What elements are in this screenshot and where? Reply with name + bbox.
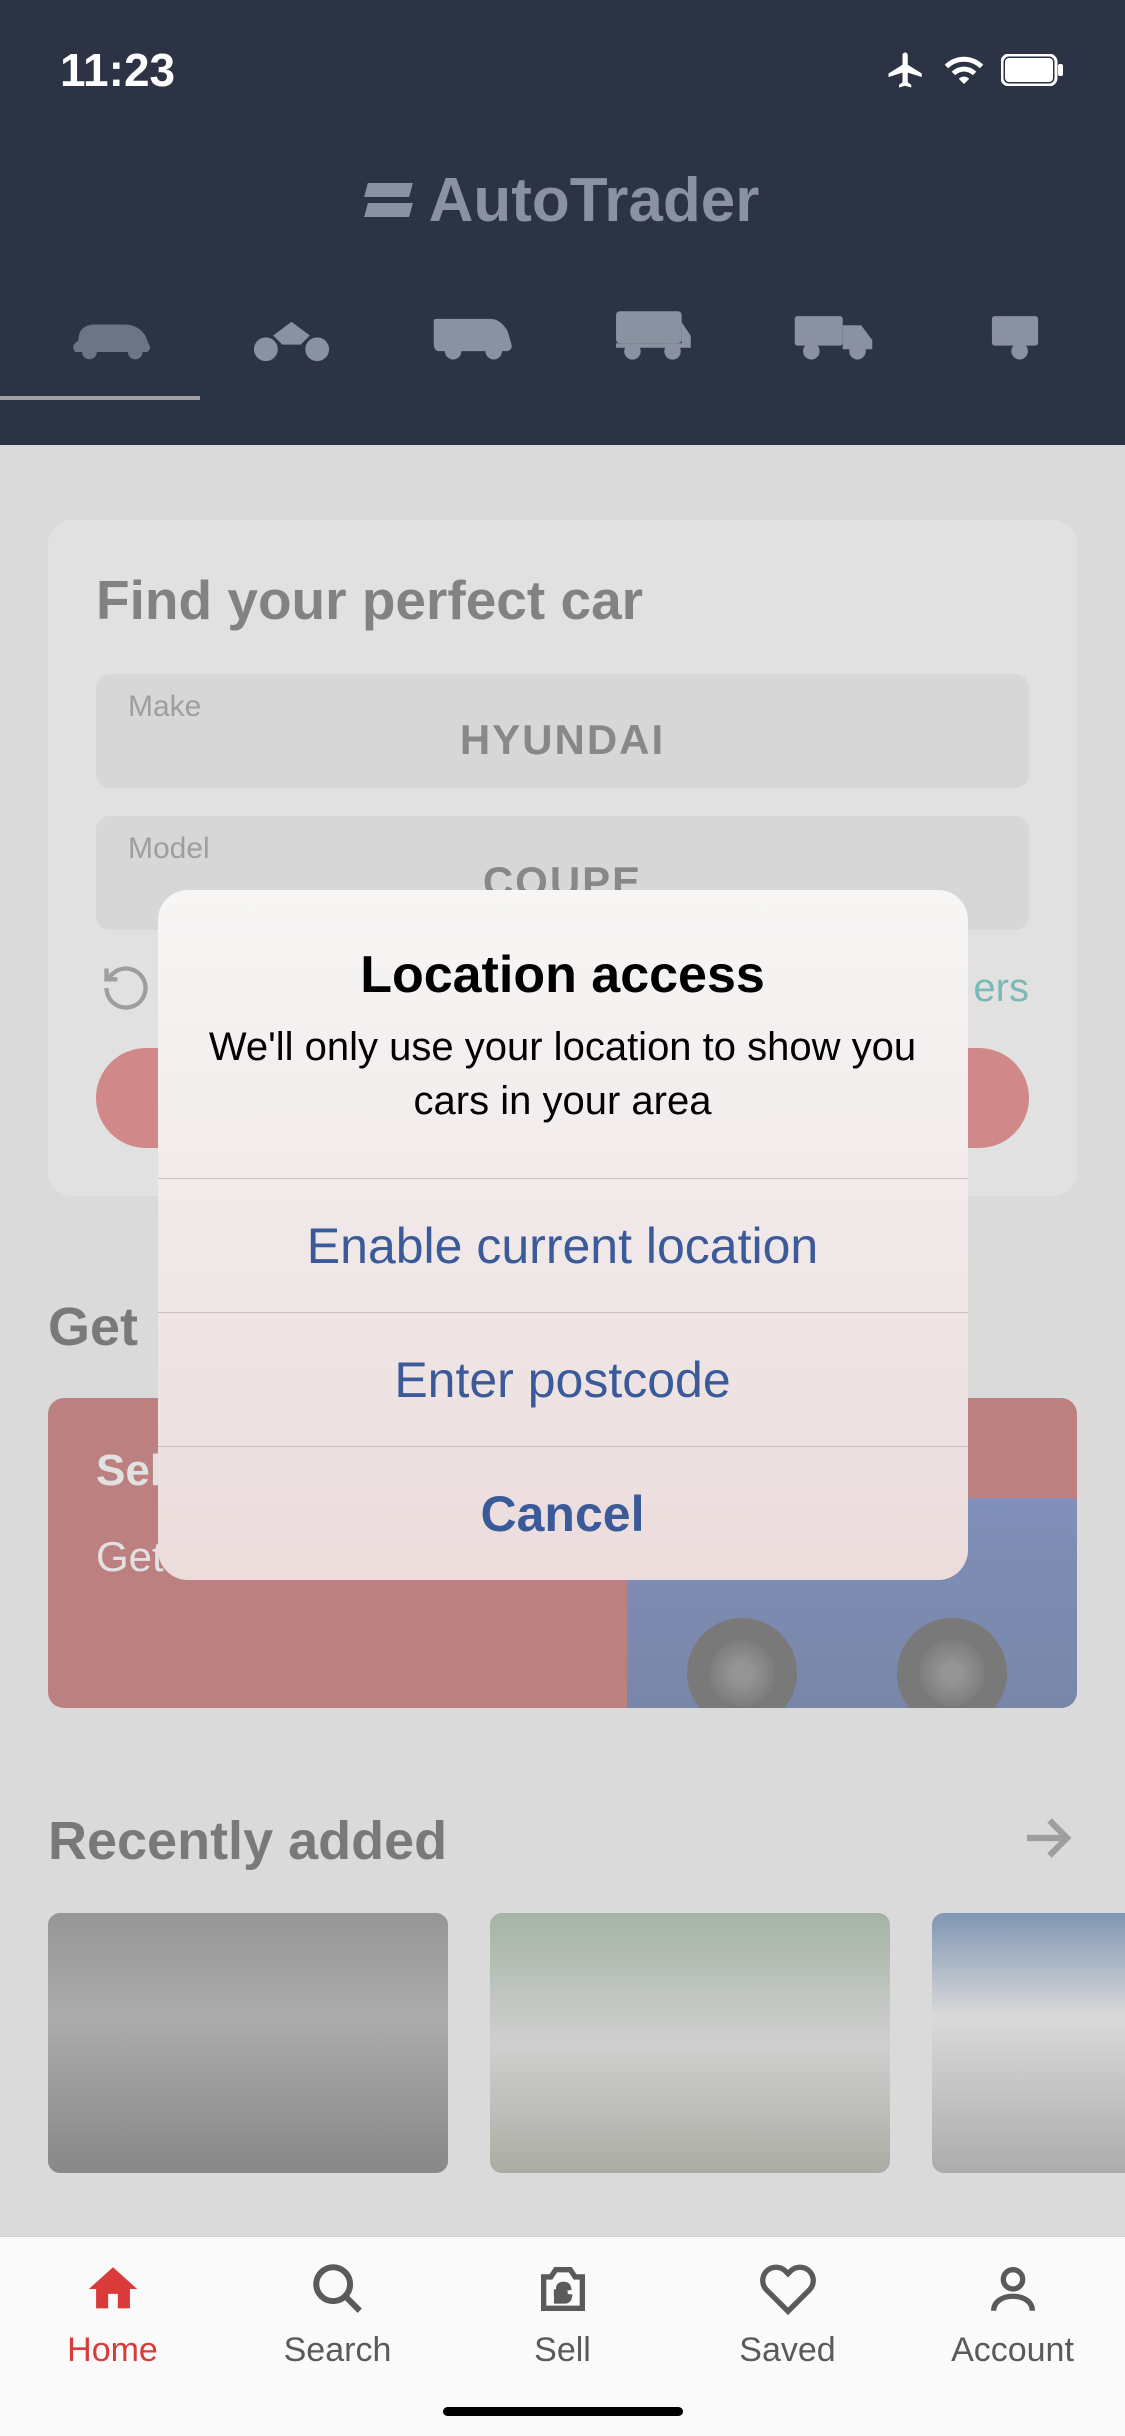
- enable-location-button[interactable]: Enable current location: [158, 1178, 968, 1312]
- home-icon: [84, 2260, 142, 2318]
- tab-sell-label: Sell: [534, 2331, 591, 2370]
- logo: AutoTrader: [366, 165, 760, 236]
- vehicle-tab-truck[interactable]: [786, 300, 881, 370]
- status-bar: 11:23: [0, 0, 1125, 100]
- tab-saved[interactable]: Saved: [688, 2257, 888, 2436]
- status-icons: [885, 49, 1065, 91]
- svg-text:£: £: [556, 2280, 570, 2307]
- home-indicator[interactable]: [443, 2407, 683, 2416]
- tab-account[interactable]: Account: [913, 2257, 1113, 2436]
- cancel-button[interactable]: Cancel: [158, 1446, 968, 1580]
- vehicle-tab-motorhome[interactable]: [605, 300, 700, 370]
- battery-icon: [1001, 54, 1065, 86]
- tab-saved-label: Saved: [739, 2331, 835, 2370]
- vehicle-tab-van[interactable]: [425, 300, 520, 370]
- modal-title: Location access: [198, 945, 928, 1005]
- heart-icon: [759, 2260, 817, 2318]
- vehicle-tab-car[interactable]: [63, 300, 158, 370]
- tab-account-label: Account: [951, 2331, 1074, 2370]
- truck-icon: [786, 305, 881, 365]
- car-icon: [63, 308, 158, 363]
- logo-icon: [366, 183, 411, 217]
- sell-icon: £: [534, 2260, 592, 2318]
- tab-home[interactable]: Home: [13, 2257, 213, 2436]
- account-icon: [984, 2260, 1042, 2318]
- enter-postcode-button[interactable]: Enter postcode: [158, 1312, 968, 1446]
- app-header: 11:23 AutoTrader: [0, 0, 1125, 445]
- vehicle-tab-caravan[interactable]: [967, 300, 1062, 370]
- vehicle-type-tabs: [0, 280, 1125, 400]
- logo-text: AutoTrader: [429, 165, 760, 236]
- bottom-tab-bar: Home Search £ Sell Saved Account: [0, 2236, 1125, 2436]
- vehicle-tab-motorcycle[interactable]: [244, 300, 339, 370]
- tab-home-label: Home: [67, 2331, 158, 2370]
- airplane-mode-icon: [885, 49, 927, 91]
- modal-message: We'll only use your location to show you…: [198, 1020, 928, 1128]
- tab-search[interactable]: Search: [238, 2257, 438, 2436]
- status-time: 11:23: [60, 43, 175, 97]
- caravan-icon: [990, 305, 1040, 365]
- van-icon: [425, 305, 520, 365]
- location-modal: Location access We'll only use your loca…: [158, 890, 968, 1580]
- modal-header: Location access We'll only use your loca…: [158, 890, 968, 1178]
- wifi-icon: [943, 49, 985, 91]
- tab-search-label: Search: [284, 2331, 392, 2370]
- active-tab-indicator: [0, 396, 200, 400]
- logo-area: AutoTrader: [0, 120, 1125, 280]
- motorhome-icon: [605, 304, 700, 366]
- search-icon: [309, 2260, 367, 2318]
- motorcycle-icon: [244, 308, 339, 363]
